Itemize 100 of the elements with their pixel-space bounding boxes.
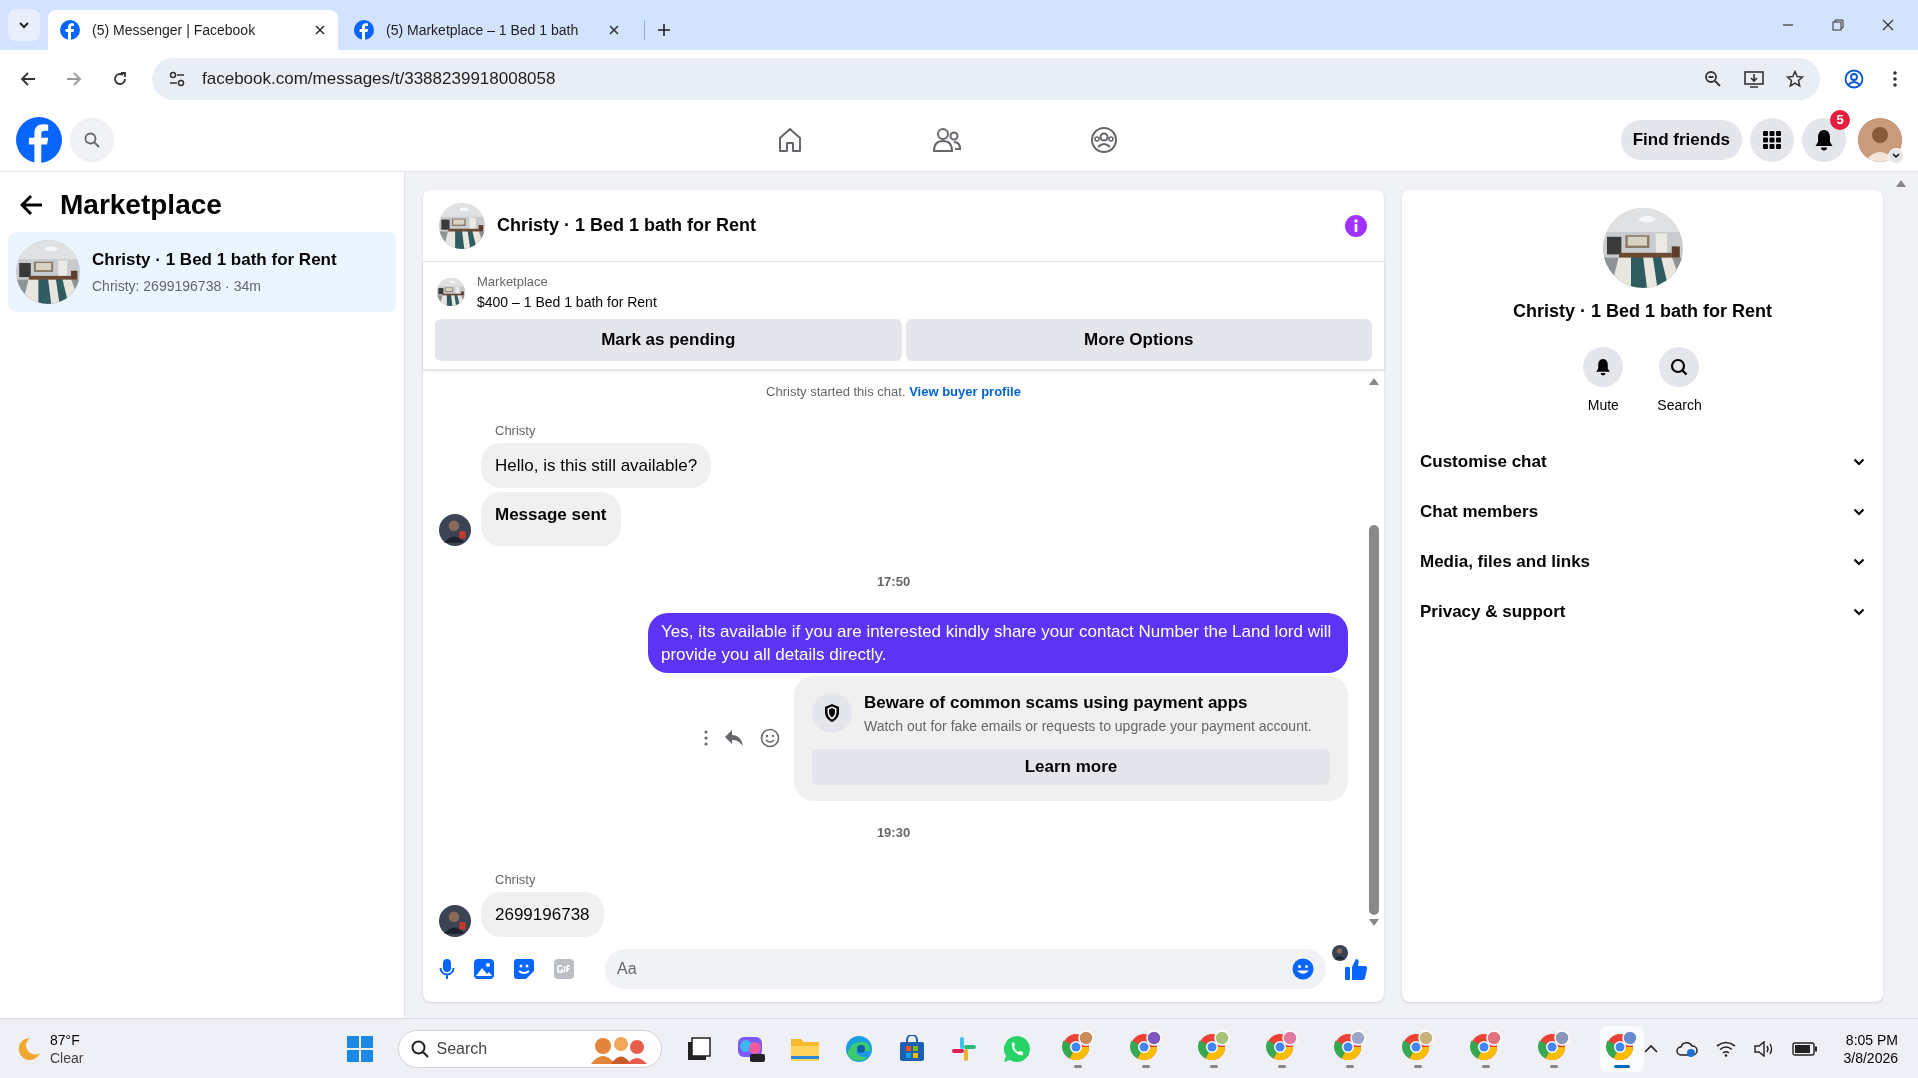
new-tab-plus-icon[interactable] [657,23,671,37]
facebook-logo-icon [354,20,374,40]
section-label: Media, files and links [1420,551,1591,574]
avatar [439,905,471,937]
sender-name: Christy [494,422,537,440]
zoom-out-icon[interactable] [1704,70,1722,88]
conversation-title: Christy · 1 Bed 1 bath for Rent [92,248,337,271]
more-options-icon[interactable] [704,730,708,747]
safety-title: Beware of common scams using payment apps [864,692,1249,714]
menu-button[interactable] [1750,117,1794,162]
search-placeholder: Search [436,1038,489,1059]
find-friends-button[interactable]: Find friends [1620,119,1742,160]
listing-label: Marketplace [477,273,549,291]
battery-icon[interactable] [1791,1041,1818,1056]
section-label: Customise chat [1420,451,1547,474]
clock-time: 8:05 PM [1845,1030,1898,1049]
microphone-icon[interactable] [439,958,455,980]
conversation-preview: Christy: 2699196738 · 34m [92,277,262,297]
restore-icon[interactable] [1832,19,1844,31]
wifi-icon[interactable] [1715,1040,1736,1057]
emoji-icon[interactable] [760,728,780,749]
back-arrow-icon[interactable] [20,71,36,87]
avatar [439,513,471,546]
friends-icon[interactable] [932,125,962,154]
close-icon[interactable] [608,24,620,36]
store-bag-icon[interactable] [897,1034,926,1063]
section-row[interactable]: Customise chat [1414,440,1871,484]
account-avatar[interactable] [1858,117,1902,162]
hash-grid-icon[interactable] [949,1034,978,1063]
bookmark-star-icon[interactable] [1786,70,1804,88]
chat-started-notice: Christy started this chat. View buyer profile [765,382,1022,401]
conversation-item[interactable]: Christy · 1 Bed 1 bath for Rent Christy: 2699196738 · 34m [8,232,396,312]
scrollbar-thumb[interactable] [1369,524,1379,915]
task-view-icon[interactable] [685,1035,712,1062]
bell-icon [1814,128,1834,151]
mute-button[interactable] [1583,347,1624,387]
profile-icon[interactable] [1844,69,1864,89]
section-label: Chat members [1420,501,1539,524]
url-text: facebook.com/messages/t/3388239918008058 [202,68,557,91]
close-icon[interactable] [314,24,326,36]
edge-browser-icon[interactable] [843,1033,874,1064]
site-settings-icon[interactable] [168,70,186,88]
scroll-down-arrow-icon[interactable] [1369,919,1379,926]
show-hidden-icons-chevron-icon[interactable] [1643,1043,1658,1054]
reload-icon[interactable] [112,71,128,87]
weather-temperature: 87°F [50,1030,81,1049]
action-label: Mute [1587,396,1619,415]
search-icon [84,131,100,148]
safety-text: Watch out for fake emails or requests to upgrade your payment account. [864,716,1312,736]
learn-more-button[interactable]: Learn more [812,748,1330,785]
reply-icon[interactable] [724,729,744,748]
address-bar[interactable]: facebook.com/messages/t/3388239918008058 [152,58,1820,100]
cloud-icon[interactable] [1675,1039,1698,1058]
facebook-logo-icon[interactable] [16,116,62,163]
section-row[interactable]: Chat members [1414,490,1871,534]
search-icon [410,1039,429,1058]
moon-icon [16,1035,42,1062]
thumbs-up-icon[interactable] [1344,957,1368,981]
home-icon[interactable] [776,125,804,154]
listing-title: $400 – 1 Bed 1 bath for Rent [477,292,657,312]
tab-title: (5) Marketplace – 1 Bed 1 bath [386,20,580,40]
message-input[interactable]: Aa [605,949,1326,989]
speaker-icon[interactable] [1753,1040,1774,1057]
sticker-icon[interactable] [513,958,535,980]
listing-action-button[interactable]: Mark as pending [435,318,902,361]
photo-icon[interactable] [473,958,495,980]
notifications-button[interactable] [1802,117,1846,162]
sender-name: Christy [494,871,537,889]
section-label: Privacy & support [1420,601,1566,624]
emoji-icon[interactable] [1292,958,1314,980]
windows-start-icon[interactable] [345,1034,374,1063]
search-button[interactable] [1659,347,1700,387]
listing-action-button[interactable]: More Options [905,318,1372,361]
search-icon [1670,358,1689,376]
group-icon[interactable] [1090,125,1118,154]
menu-grid-icon [1762,129,1782,150]
browser-tab[interactable]: (5) Messenger | Facebook [48,10,338,50]
bell-icon [1595,358,1612,376]
close-icon[interactable] [1882,19,1894,31]
section-row[interactable]: Privacy & support [1414,590,1871,634]
back-arrow-icon[interactable] [20,194,44,216]
tab-title: (5) Messenger | Facebook [92,20,257,40]
action-label: Search [1657,396,1702,415]
forward-arrow-icon[interactable] [66,71,82,87]
taskbar-search[interactable]: Search [397,1029,662,1068]
facebook-logo-icon [60,20,80,40]
clock-date: 3/8/2026 [1843,1048,1898,1067]
chat-title: Christy · 1 Bed 1 bath for Rent [497,214,758,237]
view-buyer-profile-link[interactable]: View buyer profile [909,383,1021,399]
page-title: Marketplace [60,188,222,222]
timestamp: 19:30 [875,823,912,842]
more-menu-icon[interactable] [1892,70,1898,88]
scroll-up-arrow-icon[interactable] [1895,180,1906,187]
section-row[interactable]: Media, files and links [1414,540,1871,584]
timestamp: 17:50 [875,572,912,591]
browser-tab[interactable]: (5) Marketplace – 1 Bed 1 bath [342,10,632,50]
info-icon[interactable] [1344,213,1368,238]
install-app-icon[interactable] [1744,70,1764,88]
message-bubble: Message sent [481,492,621,546]
scroll-up-arrow-icon[interactable] [1369,377,1379,385]
